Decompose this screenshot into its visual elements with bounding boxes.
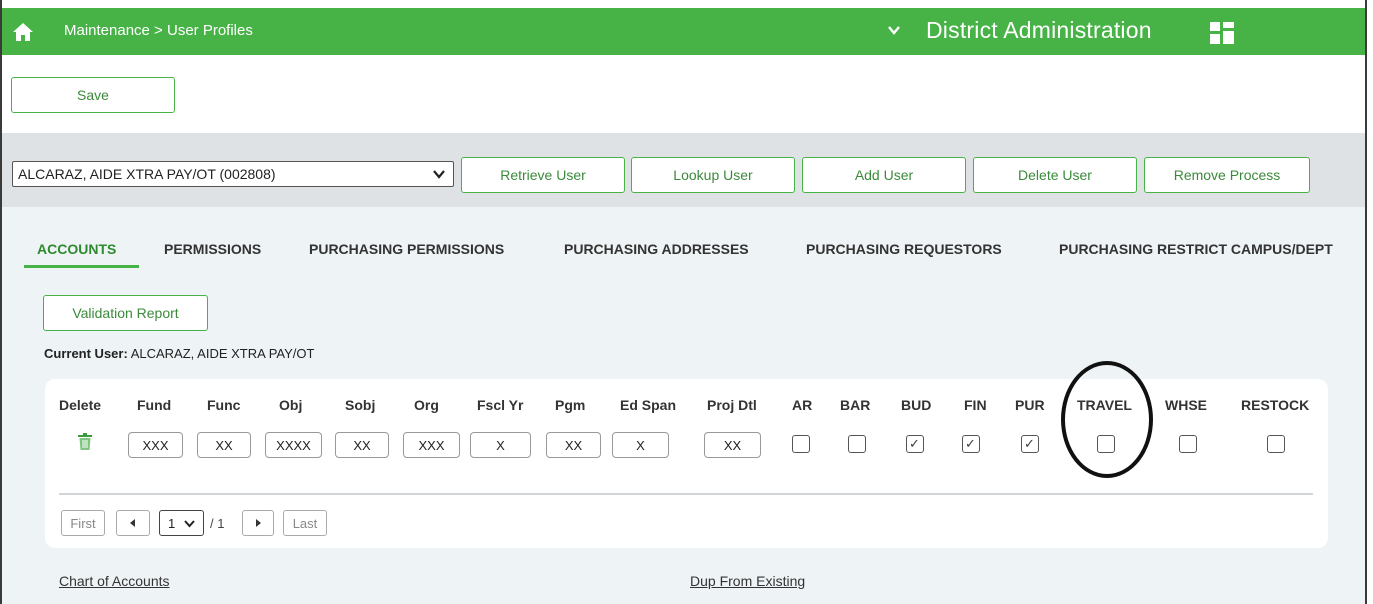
- checkmark-icon: ✓: [1024, 436, 1035, 451]
- dashboard-layout-icon[interactable]: [1210, 22, 1234, 44]
- triangle-right-icon: [256, 519, 261, 527]
- col-header-ar: AR: [792, 397, 813, 413]
- col-header-fin: FIN: [964, 397, 987, 413]
- tab-purchasing-addresses[interactable]: PURCHASING ADDRESSES: [564, 241, 749, 257]
- retrieve-user-button[interactable]: Retrieve User: [461, 157, 625, 193]
- prev-page-button[interactable]: [116, 510, 150, 536]
- home-icon[interactable]: [12, 22, 34, 42]
- lookup-user-button[interactable]: Lookup User: [631, 157, 795, 193]
- user-select-value: ALCARAZ, AIDE XTRA PAY/OT (002808): [18, 166, 276, 182]
- fund-input[interactable]: XXX: [128, 432, 183, 458]
- col-header-pur: PUR: [1015, 397, 1045, 413]
- remove-process-button[interactable]: Remove Process: [1144, 157, 1310, 193]
- col-header-proj-dtl: Proj Dtl: [707, 397, 757, 413]
- fscl-yr-input[interactable]: X: [470, 432, 531, 458]
- col-header-func: Func: [207, 397, 241, 413]
- col-header-obj: Obj: [279, 397, 303, 413]
- current-user-label: Current User:: [44, 346, 128, 361]
- col-header-whse: WHSE: [1165, 397, 1207, 413]
- add-user-button[interactable]: Add User: [802, 157, 966, 193]
- delete-user-button[interactable]: Delete User: [973, 157, 1137, 193]
- obj-input[interactable]: XXXX: [265, 432, 322, 458]
- chart-of-accounts-link[interactable]: Chart of Accounts: [59, 573, 170, 589]
- col-header-ed-span: Ed Span: [620, 397, 677, 413]
- ar-checkbox[interactable]: [792, 435, 810, 453]
- table-divider: [59, 493, 1313, 495]
- col-header-org: Org: [414, 397, 439, 413]
- org-input[interactable]: XXX: [403, 432, 460, 458]
- col-header-delete: Delete: [59, 397, 102, 413]
- pur-checkbox[interactable]: ✓: [1021, 435, 1039, 453]
- current-user-value: ALCARAZ, AIDE XTRA PAY/OT: [130, 346, 315, 361]
- bar-checkbox[interactable]: [848, 435, 866, 453]
- page-select[interactable]: 1: [159, 510, 204, 536]
- checkmark-icon: ✓: [965, 436, 976, 451]
- trash-icon[interactable]: [77, 433, 93, 451]
- top-header: Maintenance > User Profiles District Adm…: [2, 8, 1365, 55]
- district-selector[interactable]: District Administration: [926, 17, 1152, 44]
- page-total: / 1: [210, 516, 225, 531]
- tab-purchasing-permissions[interactable]: PURCHASING PERMISSIONS: [309, 241, 504, 257]
- pgm-input[interactable]: XX: [546, 432, 601, 458]
- validation-report-button[interactable]: Validation Report: [43, 295, 208, 331]
- tab-purchasing-requestors[interactable]: PURCHASING REQUESTORS: [806, 241, 1002, 257]
- breadcrumb: Maintenance > User Profiles: [64, 22, 253, 39]
- first-page-button[interactable]: First: [61, 510, 105, 536]
- chevron-down-icon: [184, 520, 195, 528]
- last-page-button[interactable]: Last: [283, 510, 327, 536]
- tab-accounts[interactable]: ACCOUNTS: [37, 241, 116, 257]
- col-header-travel: TRAVEL: [1077, 397, 1132, 413]
- triangle-left-icon: [130, 519, 135, 527]
- col-header-bud: BUD: [901, 397, 932, 413]
- col-header-restock: RESTOCK: [1241, 397, 1310, 413]
- col-header-fund: Fund: [137, 397, 172, 413]
- checkmark-icon: ✓: [909, 436, 920, 451]
- app-frame: Maintenance > User Profiles District Adm…: [0, 0, 1367, 604]
- proj-dtl-input[interactable]: XX: [704, 432, 761, 458]
- func-input[interactable]: XX: [197, 432, 251, 458]
- tab-permissions[interactable]: PERMISSIONS: [164, 241, 261, 257]
- chevron-down-icon[interactable]: [886, 22, 902, 38]
- next-page-button[interactable]: [242, 510, 274, 536]
- dup-from-existing-link[interactable]: Dup From Existing: [690, 573, 805, 589]
- travel-checkbox[interactable]: [1097, 435, 1115, 453]
- whse-checkbox[interactable]: [1179, 435, 1197, 453]
- col-header-bar: BAR: [840, 397, 871, 413]
- user-select[interactable]: ALCARAZ, AIDE XTRA PAY/OT (002808): [12, 161, 454, 187]
- col-header-pgm: Pgm: [555, 397, 586, 413]
- ed-span-input[interactable]: X: [612, 432, 669, 458]
- bud-checkbox[interactable]: ✓: [906, 435, 924, 453]
- chevron-down-icon: [433, 170, 445, 179]
- save-button[interactable]: Save: [11, 77, 175, 113]
- page-select-value: 1: [168, 515, 176, 531]
- tab-purchasing-restrict-campus-dept[interactable]: PURCHASING RESTRICT CAMPUS/DEPT: [1059, 241, 1333, 257]
- col-header-sobj: Sobj: [345, 397, 376, 413]
- active-tab-indicator: [24, 265, 139, 268]
- fin-checkbox[interactable]: ✓: [962, 435, 980, 453]
- current-user: Current User: ALCARAZ, AIDE XTRA PAY/OT: [44, 346, 314, 361]
- col-header-fscl-yr: Fscl Yr: [477, 397, 524, 413]
- restock-checkbox[interactable]: [1267, 435, 1285, 453]
- sobj-input[interactable]: XX: [335, 432, 389, 458]
